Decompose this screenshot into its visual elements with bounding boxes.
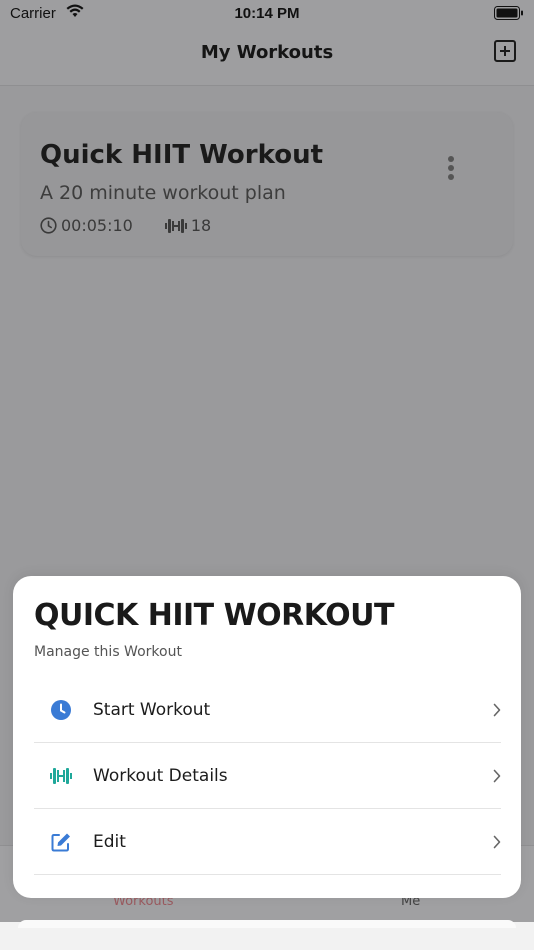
edit-label: Edit [93,832,126,852]
sheet-underlay-edge [18,920,516,928]
duration-value: 00:05:10 [61,216,133,235]
vertical-ellipsis-icon [441,156,461,180]
workout-card[interactable]: Quick HIIT Workout A 20 minute workout p… [21,112,513,256]
clock-icon [40,217,57,234]
battery-icon [494,6,523,20]
action-sheet: QUICK HIIT WORKOUT Manage this Workout S… [13,576,521,898]
navigation-bar: My Workouts [0,28,534,86]
status-time: 10:14 PM [234,5,300,22]
chevron-right-icon [493,703,501,717]
workout-details-label: Workout Details [93,766,228,786]
start-workout-label: Start Workout [93,700,211,720]
chevron-right-icon [493,769,501,783]
edit-icon [51,833,70,852]
page-title: My Workouts [200,42,334,63]
edit-button[interactable]: Edit [34,809,501,875]
exercise-count-meta: 18 [164,216,212,235]
clock-icon [51,700,71,720]
more-options-button[interactable] [441,156,461,184]
exercise-count-value: 18 [190,216,212,235]
start-workout-button[interactable]: Start Workout [34,677,501,743]
sheet-title: QUICK HIIT WORKOUT [34,598,395,633]
sheet-subtitle: Manage this Workout [34,644,182,660]
workout-details-button[interactable]: Workout Details [34,743,501,809]
dumbbell-icon [50,768,72,784]
chevron-right-icon [493,835,501,849]
duration-meta: 00:05:10 [40,216,133,235]
workout-title: Quick HIIT Workout [40,140,324,170]
workout-meta: 00:05:10 18 [40,216,243,235]
dumbbell-icon [164,218,187,233]
status-bar: Carrier 10:14 PM [0,0,534,28]
workout-subtitle: A 20 minute workout plan [40,182,286,204]
add-workout-button[interactable] [494,40,516,62]
